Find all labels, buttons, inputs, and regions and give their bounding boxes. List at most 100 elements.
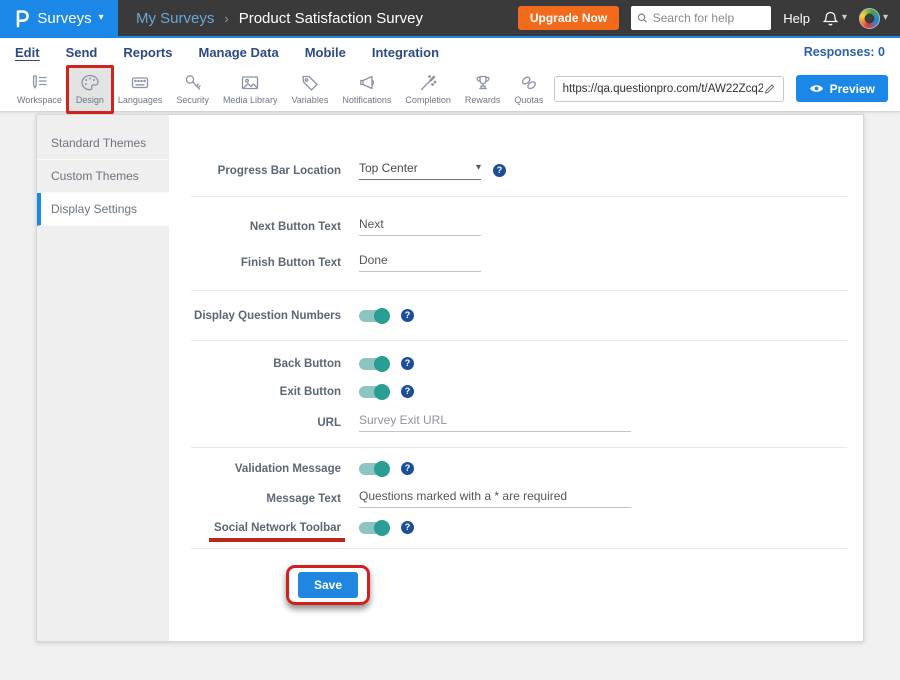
help-search[interactable] (631, 6, 771, 30)
languages-icon (129, 72, 151, 94)
magic-wand-icon (417, 72, 439, 94)
search-icon (637, 12, 648, 24)
toolbar-item-completion[interactable]: Completion (398, 67, 458, 111)
breadcrumb-separator-icon: › (224, 11, 228, 26)
survey-url-field[interactable] (554, 76, 784, 102)
help-icon[interactable]: ? (401, 309, 414, 322)
toolbar-item-workspace[interactable]: Workspace (10, 67, 69, 111)
divider (191, 290, 847, 291)
display-question-numbers-toggle[interactable] (359, 310, 389, 322)
validation-message-label: Validation Message (191, 463, 341, 475)
eye-icon (809, 83, 824, 94)
sidebar-item-standard-themes[interactable]: Standard Themes (37, 127, 169, 160)
toolbar-item-media-library[interactable]: Media Library (216, 67, 285, 111)
row-message-text: Message Text (191, 489, 847, 508)
toolbar-item-security[interactable]: Security (169, 67, 216, 111)
progress-bar-location-label: Progress Bar Location (191, 165, 341, 177)
page-content: Standard Themes Custom Themes Display Se… (0, 112, 900, 680)
row-exit-button: Exit Button ? (191, 385, 847, 398)
exit-button-label: Exit Button (191, 386, 341, 398)
finish-button-text-input[interactable] (359, 253, 481, 272)
social-network-toolbar-toggle[interactable] (359, 522, 389, 534)
responses-count: Responses: 0 (804, 45, 885, 59)
tab-manage-data[interactable]: Manage Data (198, 45, 278, 60)
exit-button-toggle[interactable] (359, 386, 389, 398)
divider (191, 196, 847, 197)
design-sidebar: Standard Themes Custom Themes Display Se… (37, 115, 169, 641)
sidebar-item-display-settings[interactable]: Display Settings (37, 193, 169, 226)
finish-button-text-label: Finish Button Text (191, 257, 341, 269)
row-validation-message: Validation Message ? (191, 462, 847, 475)
top-header: Surveys ▾ My Surveys › Product Satisfact… (0, 0, 900, 38)
help-link[interactable]: Help (783, 11, 810, 26)
row-progress-bar-location: Progress Bar Location Top Center ▾ ? (191, 161, 847, 180)
tab-send[interactable]: Send (66, 45, 98, 60)
help-icon[interactable]: ? (493, 164, 506, 177)
display-settings-form: Progress Bar Location Top Center ▾ ? Nex… (169, 115, 863, 641)
help-icon[interactable]: ? (401, 385, 414, 398)
chevron-down-icon: ▾ (99, 13, 104, 23)
progress-bar-location-select[interactable]: Top Center ▾ (359, 161, 481, 180)
survey-url-input[interactable] (563, 83, 764, 95)
notifications-bell[interactable]: ▾ (822, 10, 847, 27)
chevron-down-icon: ▾ (476, 163, 481, 173)
divider (191, 447, 847, 448)
row-finish-button-text: Finish Button Text (191, 253, 847, 272)
social-network-toolbar-label: Social Network Toolbar (191, 522, 341, 534)
next-button-text-input[interactable] (359, 217, 481, 236)
brand-logo[interactable]: Surveys ▾ (0, 0, 118, 36)
help-icon[interactable]: ? (401, 357, 414, 370)
breadcrumb-current-survey: Product Satisfaction Survey (239, 10, 423, 27)
edit-pencil-icon[interactable] (763, 82, 776, 96)
sidebar-item-custom-themes[interactable]: Custom Themes (37, 160, 169, 193)
annotation-save-box: Save (286, 565, 370, 605)
row-display-question-numbers: Display Question Numbers ? (191, 309, 847, 322)
message-text-input[interactable] (359, 489, 631, 508)
validation-message-toggle[interactable] (359, 463, 389, 475)
toolbar-item-quotas[interactable]: Quotas (507, 67, 550, 111)
toolbar-item-languages[interactable]: Languages (111, 67, 170, 111)
search-input[interactable] (653, 11, 765, 25)
next-button-text-label: Next Button Text (191, 221, 341, 233)
exit-url-input[interactable] (359, 413, 631, 432)
toolbar-item-notifications[interactable]: Notifications (335, 67, 398, 111)
bell-icon (822, 10, 839, 27)
divider (191, 548, 847, 549)
breadcrumb-my-surveys[interactable]: My Surveys (136, 10, 214, 27)
help-icon[interactable]: ? (401, 462, 414, 475)
trophy-icon (472, 72, 494, 94)
variables-icon (299, 72, 321, 94)
upgrade-now-button[interactable]: Upgrade Now (518, 6, 619, 30)
preview-button[interactable]: Preview (796, 75, 888, 102)
security-icon (182, 72, 204, 94)
tab-edit[interactable]: Edit (15, 45, 40, 60)
breadcrumb: My Surveys › Product Satisfaction Survey (136, 10, 423, 27)
chevron-down-icon: ▾ (842, 13, 847, 23)
toolbar-item-design[interactable]: Design (69, 67, 111, 111)
chain-link-icon (518, 72, 540, 94)
design-settings-card: Standard Themes Custom Themes Display Se… (36, 114, 864, 642)
design-icon (79, 72, 101, 94)
back-button-toggle[interactable] (359, 358, 389, 370)
save-button[interactable]: Save (298, 572, 358, 598)
megaphone-icon (356, 72, 378, 94)
help-icon[interactable]: ? (401, 521, 414, 534)
annotation-social-underline (209, 538, 345, 542)
row-back-button: Back Button ? (191, 357, 847, 370)
account-menu[interactable]: ▾ (859, 8, 888, 29)
display-question-numbers-label: Display Question Numbers (191, 310, 341, 322)
tab-reports[interactable]: Reports (123, 45, 172, 60)
chevron-down-icon: ▾ (883, 13, 888, 23)
divider (191, 340, 847, 341)
row-next-button-text: Next Button Text (191, 217, 847, 236)
surveys-menu-label[interactable]: Surveys (37, 10, 91, 27)
tab-mobile[interactable]: Mobile (305, 45, 346, 60)
message-text-label: Message Text (191, 493, 341, 505)
row-social-network-toolbar: Social Network Toolbar ? (191, 521, 847, 534)
tab-integration[interactable]: Integration (372, 45, 439, 60)
toolbar-item-rewards[interactable]: Rewards (458, 67, 508, 111)
questionpro-logo-icon (14, 8, 30, 28)
toolbar-item-variables[interactable]: Variables (284, 67, 335, 111)
back-button-label: Back Button (191, 358, 341, 370)
edit-toolbar: Workspace Design Languages Security (0, 66, 900, 112)
